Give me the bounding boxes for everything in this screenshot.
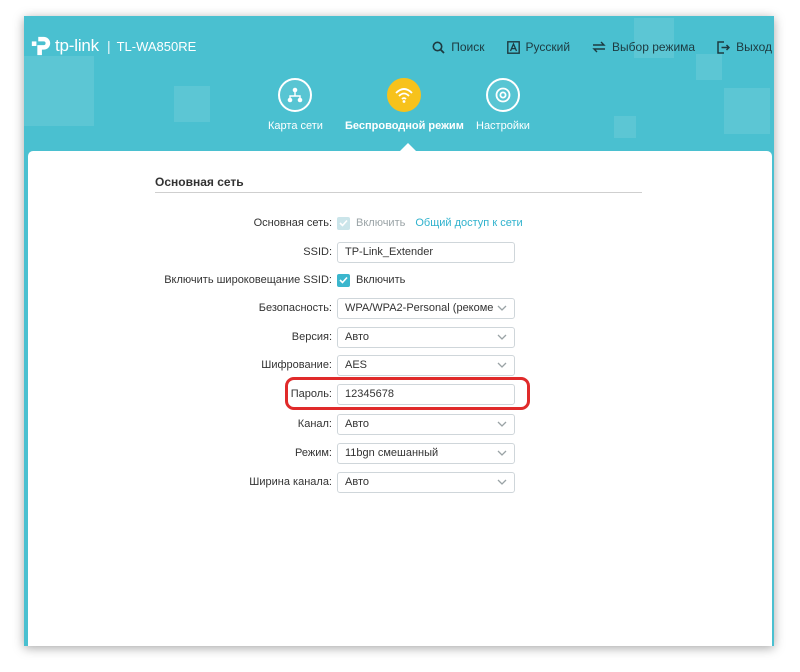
channel-value: Авто [345,418,369,430]
tab-settings[interactable]: Настройки [476,78,530,132]
settings-icon [495,87,511,103]
chevron-down-icon [497,421,507,427]
version-row: Версия: Авто [28,326,772,348]
section-divider [155,192,642,193]
tp-link-logo-icon [31,36,51,56]
tab-wireless-circle [387,78,422,112]
version-label: Версия: [291,331,332,343]
encryption-row: Шифрование: AES [28,354,772,376]
main-nav: Карта сети Беспроводной режим Настройки [24,78,774,150]
password-highlight [285,377,530,410]
main-network-label: Основная сеть: [253,217,332,229]
channel-width-value: Авто [345,476,369,488]
mode-select-button[interactable]: Выбор режима [592,40,695,54]
encryption-label: Шифрование: [261,359,332,371]
tab-network-map-circle [278,78,313,112]
mode-select[interactable]: 11bgn смешанный [337,442,515,464]
encryption-select[interactable]: AES [337,354,515,376]
app-window: tp-link | TL-WA850RE Поиск Русский Выбор… [24,16,774,646]
brand[interactable]: tp-link | TL-WA850RE [30,35,196,57]
encryption-value: AES [345,359,368,371]
checkmark-icon [339,219,348,227]
tab-wireless[interactable]: Беспроводной режим [345,78,464,132]
ssid-broadcast-row: Включить широковещание SSID: Включить [28,269,772,291]
main-network-toggle[interactable]: Включить [337,216,406,230]
tab-network-map[interactable]: Карта сети [268,78,323,132]
ssid-broadcast-checkbox-label: Включить [356,274,406,286]
language-button[interactable]: Русский [506,40,571,54]
active-tab-pointer [400,143,416,151]
security-select[interactable]: WPA/WPA2-Personal (рекомендуется) [337,297,515,319]
mode-row: Режим: 11bgn смешанный [28,442,772,464]
logout-button[interactable]: Выход [717,40,772,54]
search-icon [432,41,445,54]
channel-width-select[interactable]: Авто [337,471,515,493]
top-bar: tp-link | TL-WA850RE Поиск Русский Выбор… [24,16,774,78]
search-button[interactable]: Поиск [432,40,485,54]
chevron-down-icon [497,334,507,340]
mode-label: Режим: [295,447,332,459]
ssid-row: SSID: TP-Link_Extender [28,241,772,263]
device-model: TL-WA850RE [116,38,197,54]
tab-settings-circle [485,78,520,112]
channel-width-row: Ширина канала: Авто [28,471,772,493]
channel-row: Канал: Авто [28,413,772,435]
logout-icon [717,40,731,54]
wifi-icon [395,88,414,103]
language-icon [506,40,520,54]
logout-label: Выход [736,40,772,54]
security-value: WPA/WPA2-Personal (рекомендуется) [345,302,493,314]
network-map-icon [288,87,303,103]
ssid-label: SSID: [303,246,332,258]
chevron-down-icon [497,479,507,485]
channel-width-label: Ширина канала: [249,476,332,488]
checkmark-icon [339,276,348,284]
mode-value: 11bgn смешанный [345,447,439,459]
security-label: Безопасность: [258,302,332,314]
section-title: Основная сеть [155,175,244,189]
tab-settings-label: Настройки [476,120,530,132]
tab-wireless-label: Беспроводной режим [345,120,464,132]
main-network-checkbox[interactable] [337,216,350,230]
chevron-down-icon [497,362,507,368]
main-network-checkbox-label: Включить [356,217,406,229]
top-actions: Поиск Русский Выбор режима Выход [410,40,772,54]
ssid-broadcast-toggle[interactable]: Включить [337,273,406,287]
search-label: Поиск [451,40,485,54]
network-sharing-link[interactable]: Общий доступ к сети [415,217,522,229]
chevron-down-icon [497,450,507,456]
security-row: Безопасность: WPA/WPA2-Personal (рекомен… [28,297,772,319]
chevron-down-icon [497,305,507,311]
brand-name: tp-link [55,36,99,55]
ssid-broadcast-checkbox[interactable] [337,273,350,287]
content-panel: Основная сеть Основная сеть: Включить Об… [28,143,772,646]
mode-select-label: Выбор режима [612,40,696,54]
tab-network-map-label: Карта сети [268,120,323,132]
main-network-row: Основная сеть: Включить Общий доступ к с… [28,212,772,234]
channel-label: Канал: [297,418,332,430]
ssid-input[interactable]: TP-Link_Extender [337,241,515,263]
version-select[interactable]: Авто [337,326,515,348]
ssid-broadcast-label: Включить широковещание SSID: [164,274,332,286]
mode-switch-icon [592,41,606,53]
channel-select[interactable]: Авто [337,413,515,435]
language-label: Русский [525,40,571,54]
brand-separator: | [106,38,111,54]
version-value: Авто [345,331,369,343]
